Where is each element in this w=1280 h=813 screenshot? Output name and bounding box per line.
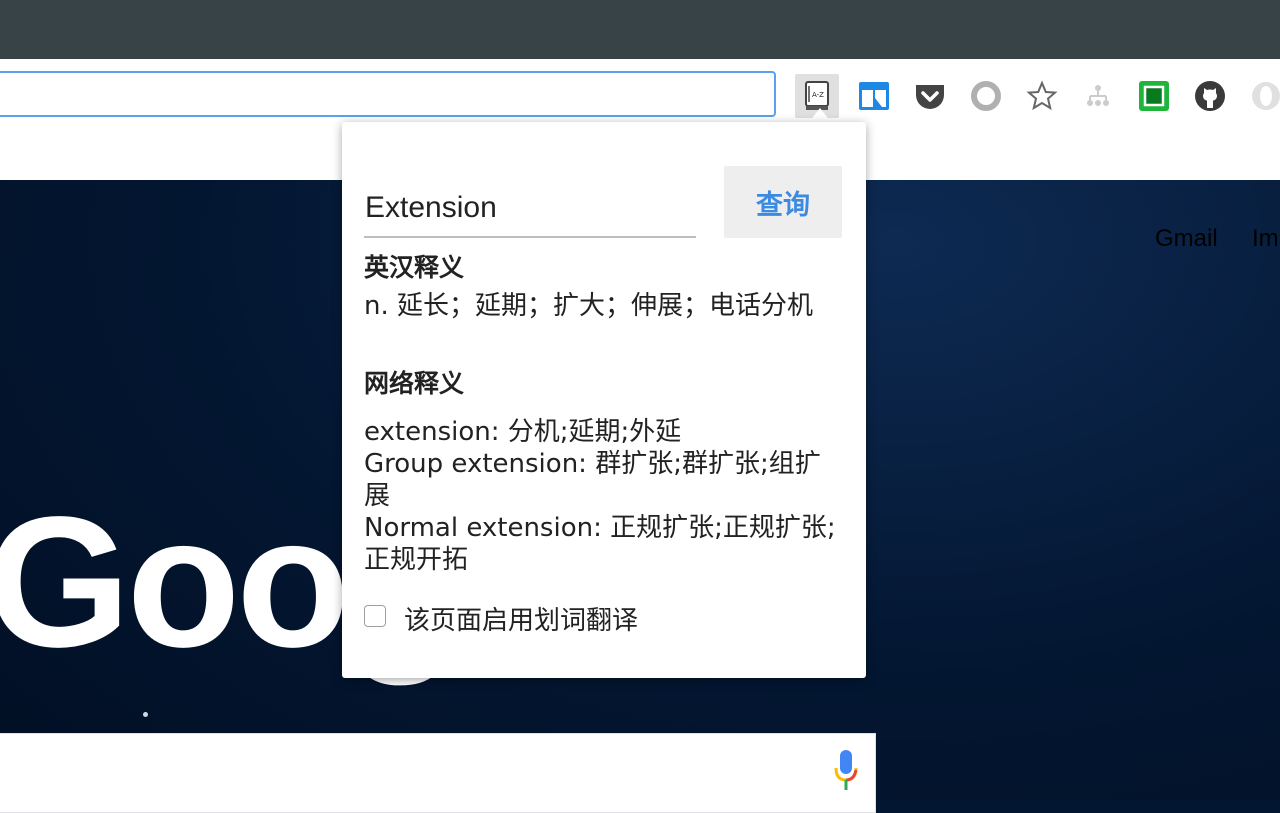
web-definition-item: extension: 分机;延期;外延 bbox=[364, 417, 682, 447]
web-definition-item: Normal extension: 正规扩张;正规扩张;正规开拓 bbox=[364, 513, 836, 575]
web-definition-title: 网络释义 bbox=[364, 369, 465, 398]
search-box[interactable] bbox=[0, 733, 876, 813]
query-button[interactable]: 查询 bbox=[724, 166, 842, 238]
dictionary-popup: 查询 英汉释义 n. 延长；延期；扩大；伸展；电话分机 网络释义 extensi… bbox=[342, 122, 866, 678]
window-extension-icon[interactable] bbox=[852, 74, 896, 118]
popup-arrow bbox=[809, 108, 831, 122]
query-input[interactable] bbox=[364, 180, 696, 238]
ring-extension-icon[interactable] bbox=[964, 74, 1008, 118]
images-link[interactable]: Im bbox=[1252, 225, 1279, 253]
pocket-icon[interactable] bbox=[908, 74, 952, 118]
gmail-link[interactable]: Gmail bbox=[1155, 225, 1218, 253]
github-icon[interactable] bbox=[1188, 74, 1232, 118]
enable-translation-checkbox[interactable] bbox=[364, 605, 386, 627]
web-definition-item: Group extension: 群扩张;群扩张;组扩展 bbox=[364, 449, 821, 511]
enable-translation-label[interactable]: 该页面启用划词翻译 bbox=[404, 600, 638, 637]
en-zh-definition-text: n. 延长；延期；扩大；伸展；电话分机 bbox=[364, 291, 814, 321]
en-zh-definition-title: 英汉释义 bbox=[364, 253, 465, 282]
microphone-icon[interactable] bbox=[832, 748, 860, 797]
web-definitions: extension: 分机;延期;外延 Group extension: 群扩张… bbox=[364, 416, 844, 576]
tab-strip bbox=[0, 0, 1280, 59]
svg-text:A-Z: A-Z bbox=[812, 91, 824, 99]
sitemap-extension-icon[interactable] bbox=[1076, 74, 1120, 118]
green-square-extension-icon[interactable] bbox=[1132, 74, 1176, 118]
background-star bbox=[143, 712, 148, 717]
bookmark-star-icon[interactable] bbox=[1020, 74, 1064, 118]
address-bar[interactable] bbox=[0, 71, 776, 117]
opera-extension-icon[interactable] bbox=[1244, 74, 1280, 118]
